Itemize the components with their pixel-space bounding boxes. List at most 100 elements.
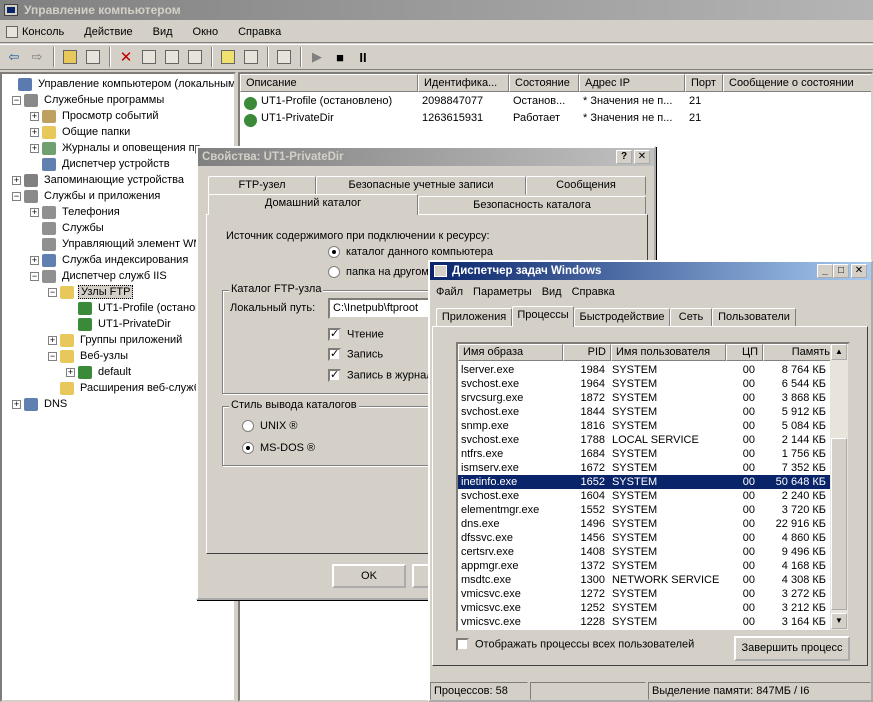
column-header[interactable]: Описание	[240, 74, 418, 92]
menu-window[interactable]: Окно	[193, 26, 219, 38]
process-column-header[interactable]: Память	[763, 344, 835, 361]
radio-local-directory[interactable]: каталог данного компьютера	[328, 246, 493, 259]
process-row[interactable]: svchost.exe 1788 LOCAL SERVICE 00 2 144 КБ	[458, 433, 830, 447]
forward-button[interactable]: ⇨	[26, 46, 48, 68]
export-list-button[interactable]	[184, 46, 206, 68]
maximize-button[interactable]: □	[833, 264, 849, 278]
show-hide-tree-button[interactable]	[82, 46, 104, 68]
process-scrollbar[interactable]: ▲ ▼	[830, 344, 848, 630]
menu-help[interactable]: Справка	[238, 26, 281, 38]
column-header[interactable]: Порт	[685, 74, 723, 92]
tab-processes[interactable]: Процессы	[512, 306, 574, 327]
help-button[interactable]	[217, 46, 239, 68]
tab-ftp-site[interactable]: FTP-узел	[208, 176, 316, 195]
radio-unix[interactable]: UNIX ®	[242, 420, 297, 433]
process-row[interactable]: svchost.exe 1844 SYSTEM 00 5 912 КБ	[458, 405, 830, 419]
column-header[interactable]: Адрес IP	[579, 74, 685, 92]
mmc-button[interactable]	[240, 46, 262, 68]
process-list[interactable]: Имя образа PID Имя пользователя ЦП Память ls…	[456, 342, 850, 632]
tab-home-directory[interactable]: Домашний каталог	[208, 194, 418, 215]
ok-button[interactable]: OK	[332, 564, 406, 588]
process-row[interactable]: ntfrs.exe 1684 SYSTEM 00 1 756 КБ	[458, 447, 830, 461]
tree-item[interactable]: + Общие папки	[30, 124, 132, 140]
scroll-up-button[interactable]: ▲	[831, 344, 847, 360]
tree-item[interactable]: + Группы приложений	[48, 332, 184, 348]
checkbox-read[interactable]: ✓ Чтение	[328, 328, 384, 341]
collapse-icon[interactable]: −	[48, 351, 57, 361]
ftp-site-row[interactable]: UT1-Profile (остановлено) 2098847077 Остан…	[240, 94, 871, 111]
tm-menu-view[interactable]: Вид	[542, 286, 562, 298]
process-row[interactable]: dns.exe 1496 SYSTEM 00 22 916 КБ	[458, 517, 830, 531]
refresh-button[interactable]	[161, 46, 183, 68]
tab-users[interactable]: Пользователи	[712, 308, 796, 327]
tree-item[interactable]: − Служебные программы	[12, 92, 166, 108]
tree-item[interactable]: + DNS	[12, 396, 69, 412]
tree-item[interactable]: − Службы и приложения	[12, 188, 162, 204]
main-titlebar[interactable]: Управление компьютером	[0, 0, 873, 20]
up-level-button[interactable]	[59, 46, 81, 68]
expand-icon[interactable]: +	[48, 335, 57, 345]
end-process-button[interactable]: Завершить процесс	[734, 636, 850, 661]
scroll-down-button[interactable]: ▼	[831, 613, 847, 629]
process-row[interactable]: inetinfo.exe 1652 SYSTEM 00 50 648 КБ	[458, 475, 830, 489]
tm-menu-options[interactable]: Параметры	[473, 286, 532, 298]
process-row[interactable]: elementmgr.exe 1552 SYSTEM 00 3 720 КБ	[458, 503, 830, 517]
task-manager-window[interactable]: Диспетчер задач Windows _ □ ✕ Файл Парам…	[428, 260, 873, 702]
process-row[interactable]: vmicsvc.exe 1228 SYSTEM 00 3 164 КБ	[458, 615, 830, 629]
show-all-users-checkbox[interactable]: Отображать процессы всех пользователей	[456, 638, 694, 651]
tree-item[interactable]: Управление компьютером (локальным)	[6, 76, 234, 92]
pause-button[interactable]: II	[352, 46, 374, 68]
tree-item[interactable]: + Просмотр событий	[30, 108, 161, 124]
close-button[interactable]: ✕	[851, 264, 867, 278]
expand-icon[interactable]: +	[30, 127, 39, 137]
task-manager-titlebar[interactable]: Диспетчер задач Windows	[430, 262, 871, 280]
expand-icon[interactable]: +	[30, 255, 39, 265]
tab-networking[interactable]: Сеть	[670, 308, 712, 327]
tm-menu-file[interactable]: Файл	[436, 286, 463, 298]
radio-msdos[interactable]: MS-DOS ®	[242, 442, 315, 455]
expand-icon[interactable]: +	[30, 111, 39, 121]
tree-item[interactable]: UT1-PrivateDir	[66, 316, 173, 332]
start-button[interactable]: ▶	[306, 46, 328, 68]
column-header[interactable]: Сообщение о состоянии	[723, 74, 871, 92]
tree-item[interactable]: + Журналы и оповещения пр	[30, 140, 203, 156]
minimize-button[interactable]: _	[817, 264, 833, 278]
process-row[interactable]: svchost.exe 1964 SYSTEM 00 6 544 КБ	[458, 377, 830, 391]
menu-console[interactable]: Консоль	[6, 25, 64, 38]
collapse-icon[interactable]: −	[48, 287, 57, 297]
tree-item[interactable]: − Узлы FTP	[48, 284, 134, 300]
tree-item[interactable]: Службы	[30, 220, 106, 236]
collapse-icon[interactable]: −	[12, 95, 21, 105]
checkbox-log-visits[interactable]: ✓ Запись в журнал	[328, 369, 433, 382]
process-row[interactable]: ismserv.exe 1672 SYSTEM 00 7 352 КБ	[458, 461, 830, 475]
radio-share-directory[interactable]: папка на другом	[328, 266, 429, 279]
local-path-input[interactable]: C:\Inetpub\ftproot	[328, 298, 438, 319]
collapse-icon[interactable]: −	[30, 271, 39, 281]
computer-button[interactable]	[273, 46, 295, 68]
close-button[interactable]: ✕	[634, 150, 650, 164]
process-row[interactable]: msdtc.exe 1300 NETWORK SERVICE 00 4 308 КБ	[458, 573, 830, 587]
tree-item[interactable]: Расширения веб-служб	[48, 380, 202, 396]
ftp-site-row[interactable]: UT1-PrivateDir 1263615931 Работает * Значен…	[240, 111, 871, 128]
tab-applications[interactable]: Приложения	[436, 308, 512, 327]
tree-item[interactable]: + Запоминающие устройства	[12, 172, 186, 188]
tree-item[interactable]: − Веб-узлы	[48, 348, 130, 364]
process-row[interactable]: lserver.exe 1984 SYSTEM 00 8 764 КБ	[458, 363, 830, 377]
process-row[interactable]: dfssvc.exe 1456 SYSTEM 00 4 860 КБ	[458, 531, 830, 545]
process-column-header[interactable]: Имя образа	[458, 344, 563, 361]
process-column-header[interactable]: Имя пользователя	[611, 344, 726, 361]
stop-button[interactable]: ■	[329, 46, 351, 68]
expand-icon[interactable]: +	[12, 175, 21, 185]
checkbox-write[interactable]: ✓ Запись	[328, 348, 383, 361]
properties-titlebar[interactable]: Свойства: UT1-PrivateDir	[198, 148, 654, 166]
tm-menu-help[interactable]: Справка	[572, 286, 615, 298]
tree-item[interactable]: + Телефония	[30, 204, 122, 220]
properties-button[interactable]	[138, 46, 160, 68]
process-row[interactable]: snmp.exe 1816 SYSTEM 00 5 084 КБ	[458, 419, 830, 433]
process-column-header[interactable]: ЦП	[726, 344, 763, 361]
tree-item[interactable]: Управляющий элемент WM	[30, 236, 205, 252]
expand-icon[interactable]: +	[66, 367, 75, 377]
tab-directory-security[interactable]: Безопасность каталога	[418, 196, 646, 215]
scrollbar-thumb[interactable]	[831, 438, 847, 610]
tree-item[interactable]: Диспетчер устройств	[30, 156, 172, 172]
